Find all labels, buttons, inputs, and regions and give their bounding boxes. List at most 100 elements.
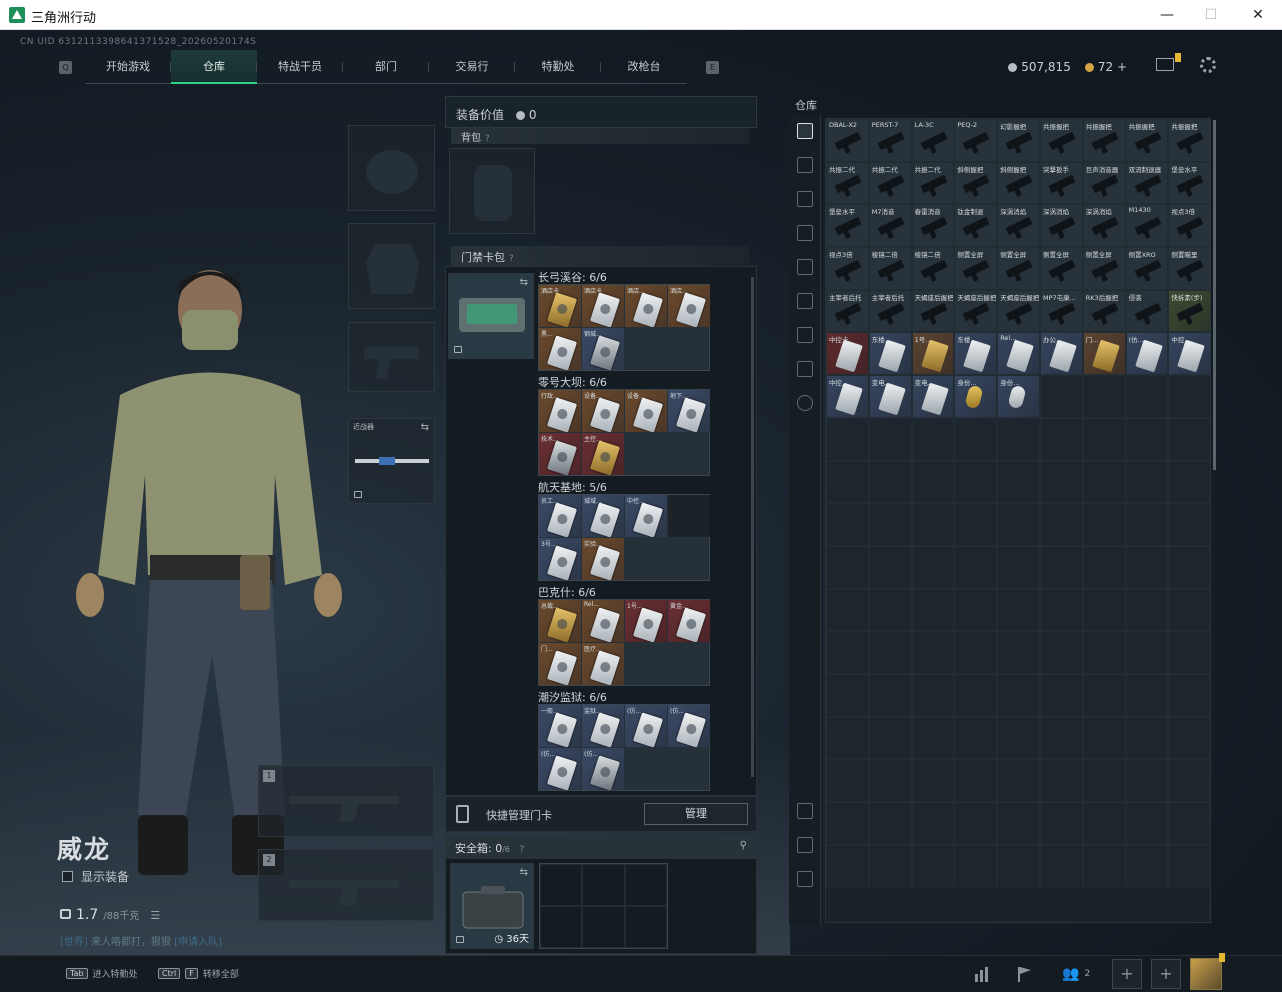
warehouse-tab-3-icon[interactable] <box>797 225 813 241</box>
empty-warehouse-slot[interactable] <box>1082 545 1126 589</box>
empty-warehouse-slot[interactable] <box>1168 417 1210 461</box>
warehouse-item[interactable]: 门... <box>1082 332 1126 376</box>
warehouse-item[interactable]: 巨声消音器 <box>1082 161 1126 205</box>
warehouse-item[interactable]: (仿... <box>1125 332 1169 376</box>
keycard[interactable]: (仿... <box>625 705 667 747</box>
empty-keycard-slot[interactable] <box>668 495 710 537</box>
keycard[interactable]: 城域... <box>582 495 624 537</box>
close-button[interactable]: ✕ <box>1243 3 1273 27</box>
backpack-slot[interactable] <box>449 148 535 234</box>
empty-warehouse-slot[interactable] <box>1082 417 1126 461</box>
warehouse-item[interactable]: 深涡消焰 <box>997 204 1040 248</box>
warehouse-tab-6-icon[interactable] <box>797 327 813 343</box>
empty-warehouse-slot[interactable] <box>868 503 912 546</box>
warehouse-item[interactable]: 共振握把 <box>1039 119 1083 162</box>
warehouse-item[interactable]: 东楼... <box>954 332 998 376</box>
empty-warehouse-slot[interactable] <box>1039 588 1083 632</box>
empty-warehouse-slot[interactable] <box>868 759 912 802</box>
warehouse-item[interactable]: 双流制退器 <box>1125 161 1169 205</box>
apply-join-link[interactable]: [申请入队] <box>174 937 222 948</box>
primary-weapon-slot-1[interactable]: 1 <box>258 765 434 837</box>
maximize-button[interactable]: ☐ <box>1196 3 1226 27</box>
nav-prev-key[interactable]: Q <box>59 61 72 74</box>
warehouse-portrait-icon[interactable] <box>797 803 813 819</box>
empty-warehouse-slot[interactable] <box>1039 545 1083 589</box>
warehouse-item[interactable]: 中控... <box>1168 332 1210 376</box>
keycard[interactable]: (仿... <box>668 705 710 747</box>
empty-warehouse-slot[interactable] <box>826 503 869 546</box>
keycard[interactable]: 医疗... <box>582 643 624 685</box>
warehouse-item[interactable]: 天蝎座后握把 <box>954 289 998 333</box>
empty-warehouse-slot[interactable] <box>868 417 912 461</box>
empty-warehouse-slot[interactable] <box>826 588 869 632</box>
empty-warehouse-slot[interactable] <box>997 503 1040 546</box>
empty-warehouse-slot[interactable] <box>1168 844 1210 888</box>
keycard[interactable]: 技术... <box>539 433 581 475</box>
empty-warehouse-slot[interactable] <box>1168 802 1210 845</box>
nav-tab[interactable]: 交易行 <box>429 50 515 84</box>
keycard[interactable]: 监狱... <box>582 705 624 747</box>
warehouse-item[interactable]: 共振握把 <box>1125 119 1169 162</box>
empty-warehouse-slot[interactable] <box>868 802 912 845</box>
empty-warehouse-slot[interactable] <box>954 802 998 845</box>
warehouse-item[interactable]: 棱镜二倍 <box>868 247 912 290</box>
empty-warehouse-slot[interactable] <box>1168 631 1210 674</box>
keycard-bag-list[interactable]: ⇆ 长弓溪谷: 6/6 酒店卡 酒店卡 酒店... 酒店... 黑... 钢城... 零号大坝… <box>445 266 757 796</box>
empty-warehouse-slot[interactable] <box>1125 673 1169 717</box>
empty-warehouse-slot[interactable] <box>1125 716 1169 760</box>
empty-warehouse-slot[interactable] <box>1168 503 1210 546</box>
warehouse-item[interactable]: 共振二代 <box>826 161 869 205</box>
empty-warehouse-slot[interactable] <box>1125 375 1169 418</box>
empty-warehouse-slot[interactable] <box>1039 716 1083 760</box>
empty-warehouse-slot[interactable] <box>997 631 1040 674</box>
keycard[interactable]: 酒店卡 <box>582 285 624 327</box>
primary-weapon-slot-2[interactable]: 2 <box>258 849 434 921</box>
warehouse-item[interactable]: 主宰者后托 <box>826 289 869 333</box>
empty-warehouse-slot[interactable] <box>911 673 955 717</box>
player-avatar[interactable] <box>1190 953 1225 990</box>
empty-warehouse-slot[interactable] <box>954 759 998 802</box>
safe-box-grid[interactable] <box>539 863 668 949</box>
keycard[interactable]: (仿... <box>582 748 624 790</box>
empty-warehouse-slot[interactable] <box>911 844 955 888</box>
empty-warehouse-slot[interactable] <box>997 844 1040 888</box>
team-count[interactable]: 👥 2 <box>1062 966 1090 982</box>
warehouse-item[interactable]: 幻影握把 <box>997 119 1040 162</box>
warehouse-item[interactable]: 共振二代 <box>911 161 955 205</box>
warehouse-item[interactable]: 身份... <box>954 375 998 418</box>
empty-warehouse-slot[interactable] <box>826 631 869 674</box>
empty-warehouse-slot[interactable] <box>1125 417 1169 461</box>
keycard[interactable]: 黄金... <box>668 600 710 642</box>
keycard-scrollbar[interactable] <box>751 277 754 777</box>
empty-warehouse-slot[interactable] <box>826 417 869 461</box>
warehouse-item[interactable]: 棱镜二倍 <box>911 247 955 290</box>
warehouse-item[interactable]: 深涡消焰 <box>1039 204 1083 248</box>
gold-currency[interactable]: 72 + <box>1084 60 1127 74</box>
keycard[interactable]: 3号... <box>539 538 581 580</box>
warehouse-item[interactable]: 共振握把 <box>1168 119 1210 162</box>
empty-warehouse-slot[interactable] <box>868 588 912 632</box>
empty-warehouse-slot[interactable] <box>1039 802 1083 845</box>
empty-warehouse-slot[interactable] <box>1082 375 1126 418</box>
invite-slot-2-button[interactable]: + <box>1151 959 1181 989</box>
empty-warehouse-slot[interactable] <box>911 503 955 546</box>
warehouse-item[interactable]: 深涡消焰 <box>1082 204 1126 248</box>
empty-warehouse-slot[interactable] <box>1082 802 1126 845</box>
warehouse-grid[interactable]: DBAL-X2 PERST-7 LA-3C PEQ-2 幻影握把 共振握把 共振握把 共振握把… <box>825 118 1211 923</box>
empty-warehouse-slot[interactable] <box>1125 631 1169 674</box>
tab-hint[interactable]: Tab 进入特勤处 <box>66 967 138 980</box>
empty-warehouse-slot[interactable] <box>954 844 998 888</box>
empty-warehouse-slot[interactable] <box>1125 759 1169 802</box>
weight-list-icon[interactable]: ☰ <box>150 909 160 922</box>
keycard[interactable]: 设备... <box>625 390 667 432</box>
keycard[interactable]: 地下... <box>668 390 710 432</box>
empty-warehouse-slot[interactable] <box>1039 673 1083 717</box>
warehouse-item[interactable]: PERST-7 <box>868 119 912 162</box>
warehouse-item[interactable]: 堡垒水平 <box>826 204 869 248</box>
minimize-button[interactable]: — <box>1152 3 1182 27</box>
empty-warehouse-slot[interactable] <box>954 716 998 760</box>
warehouse-item[interactable]: 斜侧握把 <box>997 161 1040 205</box>
warehouse-item[interactable]: 中控... <box>826 375 869 418</box>
empty-warehouse-slot[interactable] <box>826 844 869 888</box>
empty-warehouse-slot[interactable] <box>1082 759 1126 802</box>
